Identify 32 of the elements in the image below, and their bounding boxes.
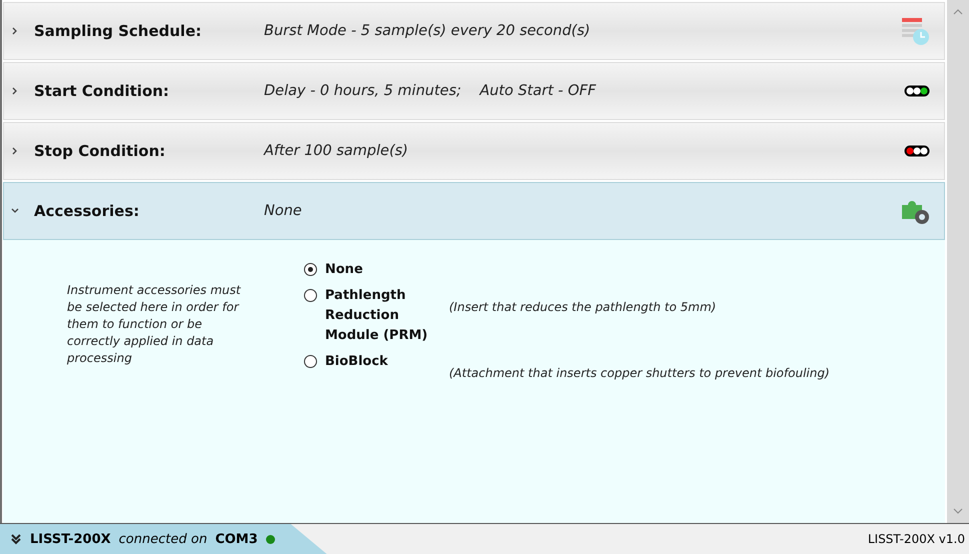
radio-button[interactable] <box>304 355 317 368</box>
section-summary: After 100 sample(s) <box>264 143 410 159</box>
scroll-up-icon[interactable] <box>953 8 963 16</box>
radio-button[interactable] <box>304 289 317 302</box>
radio-button[interactable] <box>304 263 317 276</box>
section-label: Sampling Schedule: <box>34 22 202 40</box>
section-header[interactable]: Stop Condition: After 100 sample(s) <box>3 122 945 180</box>
section-label: Accessories: <box>34 202 140 220</box>
section-label: Start Condition: <box>34 82 170 100</box>
section-header[interactable]: Start Condition: Delay - 0 hours, 5 minutes; Auto Start - OFF <box>3 62 945 120</box>
section-summary: None <box>264 203 303 219</box>
port-name: COM3 <box>215 532 258 546</box>
help-text: Instrument accessories must be selected here in order for them to function or be correctly applied in data processing <box>67 282 242 367</box>
option-label[interactable]: BioBlock <box>325 352 437 372</box>
option-note: (Attachment that inserts copper shutters to prevent biofouling) <box>449 366 830 380</box>
scroll-down-icon[interactable] <box>953 507 963 515</box>
section-label: Stop Condition: <box>34 142 166 160</box>
option-label[interactable]: Pathlength Reduction Module (PRM) <box>325 286 437 346</box>
section-header[interactable]: Sampling Schedule: Burst Mode - 5 sample(s) every 20 second(s) <box>3 2 945 60</box>
calendar-clock-icon <box>900 16 930 46</box>
section-summary: Burst Mode - 5 sample(s) every 20 second(s) <box>264 23 592 39</box>
double-chevron-icon[interactable] <box>10 533 22 545</box>
option-label[interactable]: None <box>325 260 437 280</box>
section-header[interactable]: Accessories: None <box>3 182 945 240</box>
version-text: LISST-200X v1.0 <box>868 532 965 546</box>
traffic-light-icon <box>904 145 930 157</box>
option-note: (Insert that reduces the pathlength to 5mm) <box>449 300 716 314</box>
section-summary: Delay - 0 hours, 5 minutes; Auto Start - OFF <box>264 83 597 99</box>
traffic-light-icon <box>904 85 930 97</box>
connection-text: connected on <box>118 532 208 546</box>
scrollbar[interactable] <box>947 0 969 523</box>
device-name: LISST-200X <box>30 532 111 546</box>
